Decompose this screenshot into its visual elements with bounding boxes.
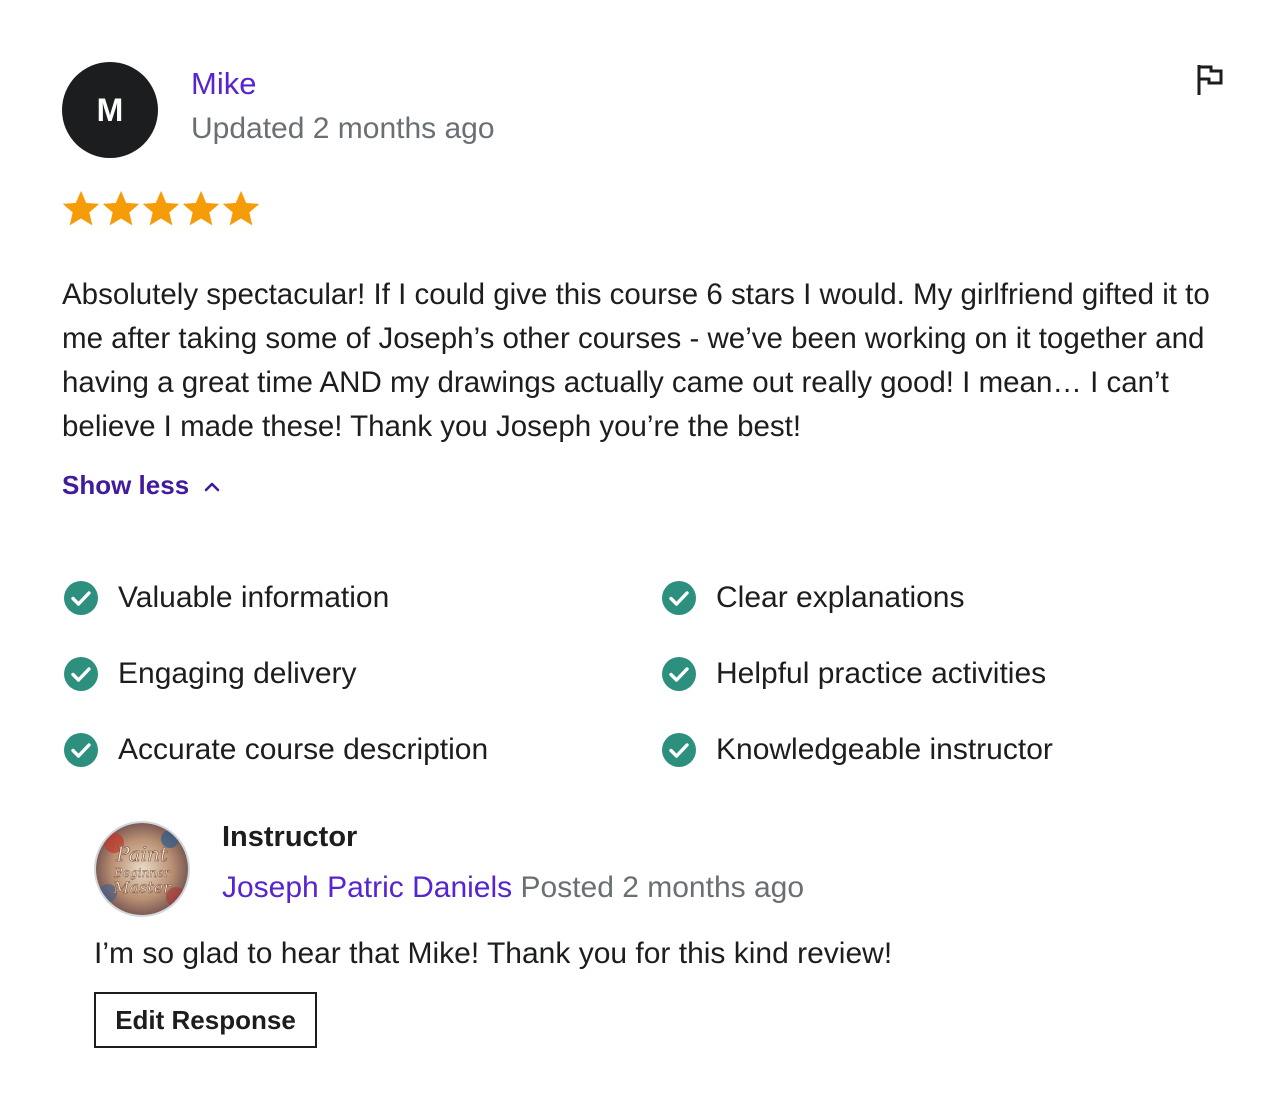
feature-label: Engaging delivery — [118, 657, 357, 690]
feature-label: Helpful practice activities — [716, 657, 1047, 690]
feature-item: Valuable information — [62, 575, 660, 621]
flag-icon — [1197, 65, 1223, 95]
star-icon — [182, 190, 220, 226]
check-circle-icon — [662, 733, 696, 767]
check-circle-icon — [64, 733, 98, 767]
report-flag-button[interactable] — [1190, 60, 1230, 100]
feature-label: Knowledgeable instructor — [716, 733, 1053, 766]
star-icon — [142, 190, 180, 226]
feature-tags: Valuable information Clear explanations … — [62, 575, 1227, 773]
instructor-avatar-image: Paint Beginner Master — [96, 823, 188, 915]
star-icon — [222, 190, 260, 226]
check-circle-icon — [662, 581, 696, 615]
reviewer-initial: M — [96, 91, 124, 128]
star-icon — [102, 190, 140, 226]
feature-label: Valuable information — [118, 581, 390, 614]
review-timestamp: Updated 2 months ago — [191, 112, 495, 145]
chevron-up-icon — [204, 482, 220, 491]
instructor-name-link[interactable]: Joseph Patric Daniels — [222, 871, 512, 904]
feature-item: Helpful practice activities — [660, 651, 1220, 697]
feature-item: Engaging delivery — [62, 651, 660, 697]
avatar-text-1: Paint — [115, 842, 169, 866]
check-circle-icon — [662, 657, 696, 691]
reviewer-name[interactable]: Mike — [191, 66, 256, 102]
show-less-label: Show less — [62, 470, 190, 500]
avatar-text-3: Master — [112, 878, 172, 897]
edit-response-button[interactable]: Edit Response — [94, 992, 317, 1048]
response-timestamp: Posted 2 months ago — [520, 871, 805, 904]
instructor-role-label: Instructor — [222, 821, 358, 853]
feature-item: Clear explanations — [660, 575, 1220, 621]
check-circle-icon — [64, 581, 98, 615]
feature-item: Accurate course description — [62, 727, 660, 773]
instructor-byline: Joseph Patric Daniels Posted 2 months ag… — [222, 871, 804, 905]
star-icon — [62, 190, 100, 226]
reviewer-avatar: M — [62, 62, 158, 158]
instructor-avatar: Paint Beginner Master — [94, 821, 190, 917]
feature-item: Knowledgeable instructor — [660, 727, 1220, 773]
feature-label: Clear explanations — [716, 581, 965, 614]
review-text: Absolutely spectacular! If I could give … — [62, 278, 1210, 443]
show-less-button[interactable]: Show less — [62, 470, 221, 501]
star-rating — [62, 190, 260, 228]
check-circle-icon — [64, 657, 98, 691]
feature-label: Accurate course description — [118, 733, 489, 766]
review-card: M Mike Updated 2 months ago Absolutely s… — [0, 0, 1286, 1110]
response-text: I’m so glad to hear that Mike! Thank you… — [94, 937, 893, 970]
